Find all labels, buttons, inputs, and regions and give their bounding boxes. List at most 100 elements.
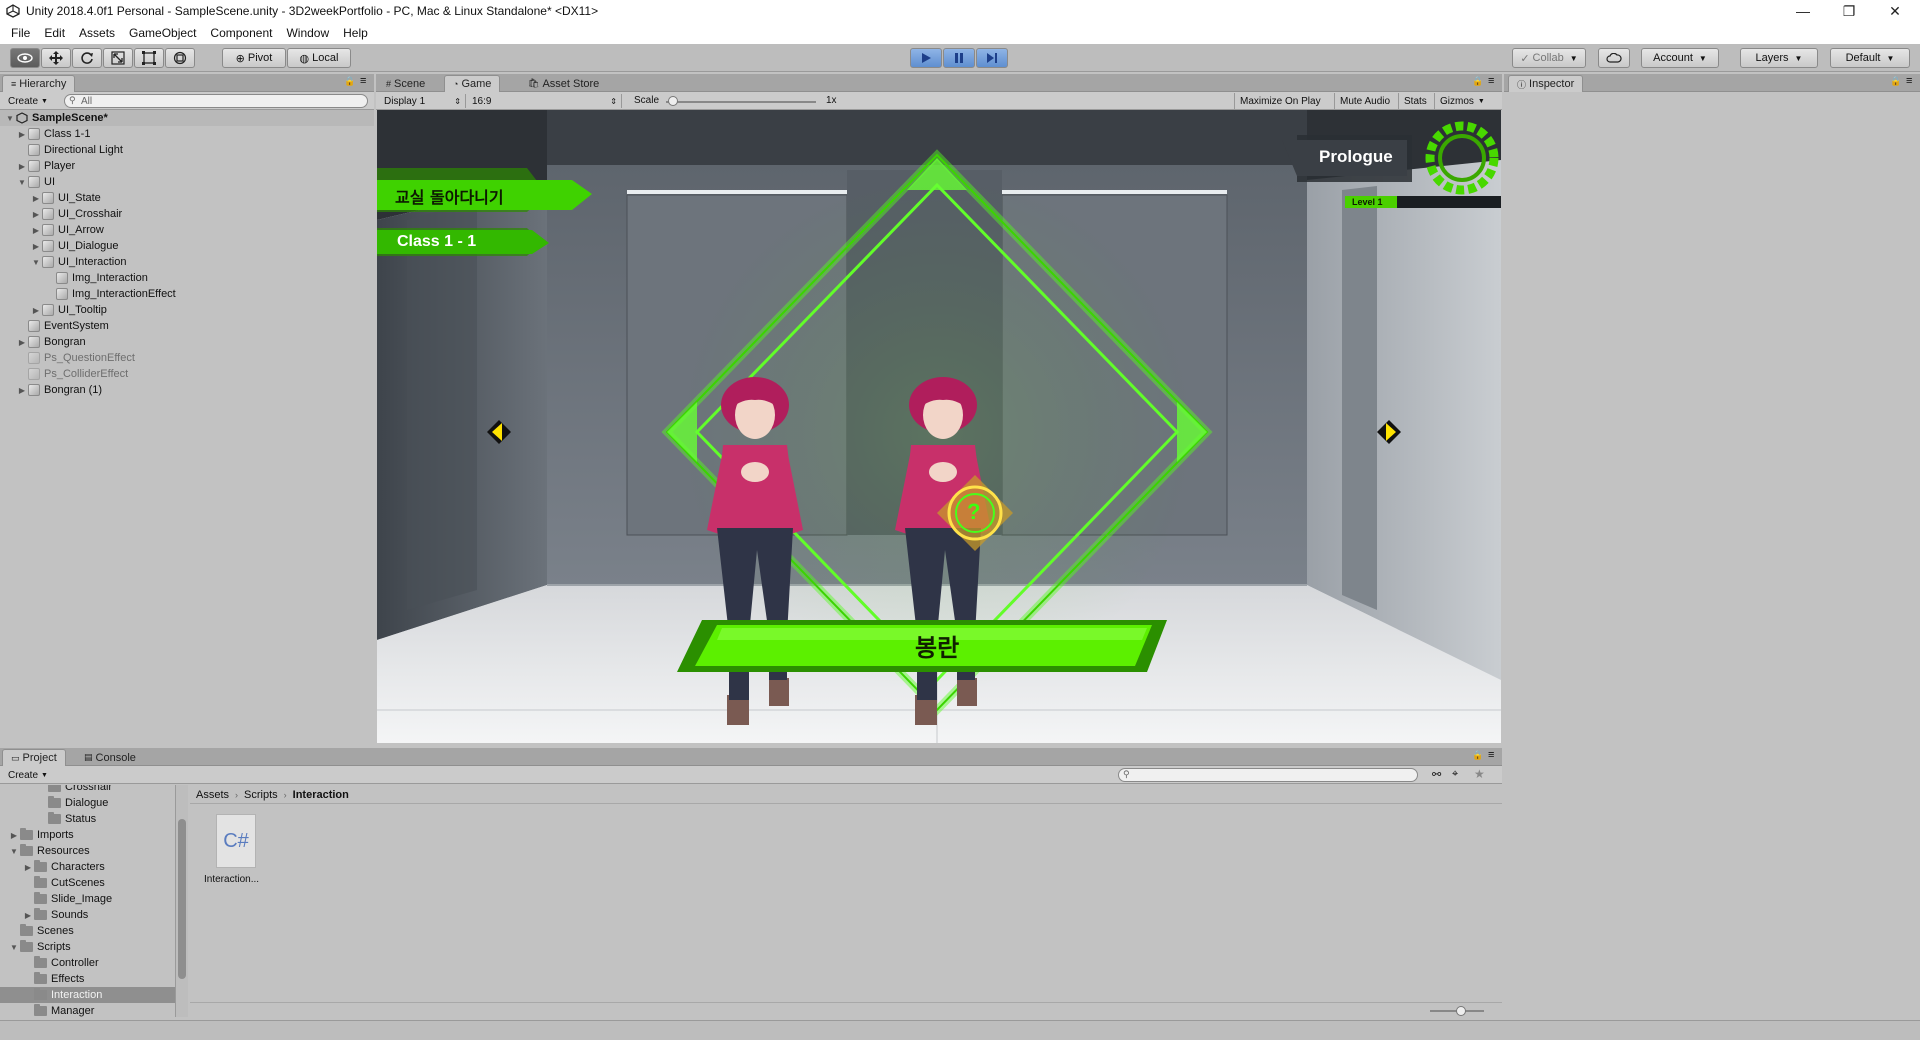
lock-icon[interactable]: 🔒 [344, 76, 355, 87]
scale-slider[interactable] [666, 101, 816, 103]
expand-arrow-icon[interactable]: ▼ [8, 847, 20, 856]
project-folder-item[interactable]: Scenes [0, 923, 175, 939]
hierarchy-item[interactable]: ▶ UI_Crosshair [0, 206, 374, 222]
hierarchy-item[interactable]: ▶ UI_State [0, 190, 374, 206]
rect-tool-button[interactable] [134, 48, 164, 68]
expand-arrow-icon[interactable]: ▶ [30, 210, 42, 219]
panel-menu-icon[interactable]: ≡ [1488, 75, 1494, 87]
hierarchy-item[interactable]: EventSystem [0, 318, 374, 334]
gizmos-dropdown[interactable]: Gizmos ▼ [1434, 93, 1490, 109]
project-folder-item[interactable]: ▼ Scripts [0, 939, 175, 955]
hierarchy-item[interactable]: ▶ Bongran (1) [0, 382, 374, 398]
transform-tool-button[interactable] [165, 48, 195, 68]
stats-toggle[interactable]: Stats [1398, 93, 1432, 109]
menu-file[interactable]: File [4, 26, 37, 40]
icon-size-slider-handle[interactable] [1456, 1006, 1466, 1016]
layout-dropdown[interactable]: Default ▼ [1830, 48, 1910, 68]
hierarchy-item[interactable]: ▶ UI_Tooltip [0, 302, 374, 318]
tab-game[interactable]: ◔ Game [444, 75, 501, 92]
tab-hierarchy[interactable]: ≡ Hierarchy [2, 75, 76, 92]
project-create-button[interactable]: Create ▼ [4, 768, 52, 782]
expand-arrow-icon[interactable]: ▼ [30, 258, 42, 267]
lock-icon[interactable]: 🔒 [1472, 76, 1483, 87]
expand-arrow-icon[interactable]: ▶ [16, 130, 28, 139]
expand-arrow-icon[interactable]: ▶ [16, 162, 28, 171]
tab-console[interactable]: ▤ Console [76, 749, 144, 766]
expand-arrow-icon[interactable]: ▼ [8, 943, 20, 952]
tree-scrollbar-thumb[interactable] [178, 819, 186, 979]
maximize-button[interactable]: ❐ [1826, 0, 1872, 22]
layers-dropdown[interactable]: Layers ▼ [1740, 48, 1818, 68]
rotate-tool-button[interactable] [72, 48, 102, 68]
cloud-button[interactable] [1598, 48, 1630, 68]
lock-icon[interactable]: 🔒 [1890, 76, 1901, 87]
hierarchy-item[interactable]: ▶ Bongran [0, 334, 374, 350]
aspect-dropdown[interactable]: 16:9 ⇕ [472, 94, 622, 108]
tab-inspector[interactable]: ⓘ Inspector [1508, 75, 1584, 92]
project-folder-item[interactable]: Crosshair [0, 785, 175, 795]
collab-dropdown[interactable]: ✓ Collab ▼ [1512, 48, 1586, 68]
menu-window[interactable]: Window [279, 26, 336, 40]
pivot-toggle[interactable]: ⊕ Pivot [222, 48, 286, 68]
project-folder-item[interactable]: Dialogue [0, 795, 175, 811]
hierarchy-item[interactable]: Img_Interaction [0, 270, 374, 286]
project-folder-item[interactable]: ▶ Imports [0, 827, 175, 843]
hierarchy-item[interactable]: ▶ Class 1-1 [0, 126, 374, 142]
project-folder-item[interactable]: Controller [0, 955, 175, 971]
project-folder-item[interactable]: Interaction [0, 987, 175, 1003]
tab-project[interactable]: ▭ Project [2, 749, 66, 766]
hierarchy-item[interactable]: ▶ UI_Dialogue [0, 238, 374, 254]
move-tool-button[interactable] [41, 48, 71, 68]
expand-arrow-icon[interactable]: ▶ [16, 338, 28, 347]
breadcrumb-scripts[interactable]: Scripts [244, 789, 278, 801]
hierarchy-item[interactable]: Ps_QuestionEffect [0, 350, 374, 366]
breadcrumb-interaction[interactable]: Interaction [293, 789, 349, 801]
hierarchy-item[interactable]: ▼ UI_Interaction [0, 254, 374, 270]
expand-arrow-icon[interactable]: ▶ [8, 831, 20, 840]
hierarchy-item[interactable]: Ps_ColliderEffect [0, 366, 374, 382]
expand-arrow-icon[interactable]: ▼ [4, 114, 16, 123]
expand-arrow-icon[interactable]: ▶ [30, 306, 42, 315]
panel-menu-icon[interactable]: ≡ [1906, 75, 1912, 87]
project-folder-item[interactable]: Slide_Image [0, 891, 175, 907]
panel-menu-icon[interactable]: ≡ [360, 75, 366, 87]
panel-menu-icon[interactable]: ≡ [1488, 749, 1494, 761]
expand-arrow-icon[interactable]: ▶ [30, 242, 42, 251]
filter-label-icon[interactable]: ⌖ [1452, 768, 1458, 781]
expand-arrow-icon[interactable]: ▶ [30, 226, 42, 235]
tree-scrollbar[interactable] [176, 785, 188, 1017]
mute-audio-toggle[interactable]: Mute Audio [1334, 93, 1395, 109]
minimize-button[interactable]: — [1780, 0, 1826, 22]
display-dropdown[interactable]: Display 1 ⇕ [384, 94, 466, 108]
scale-slider-handle[interactable] [668, 96, 678, 106]
hierarchy-item[interactable]: ▶ Player [0, 158, 374, 174]
scene-root-row[interactable]: ▼ SampleScene* [0, 110, 374, 126]
expand-arrow-icon[interactable]: ▶ [16, 386, 28, 395]
hierarchy-item[interactable]: Directional Light [0, 142, 374, 158]
tab-scene[interactable]: # Scene [378, 75, 433, 92]
menu-gameobject[interactable]: GameObject [122, 26, 203, 40]
hierarchy-search-input[interactable]: ⚲ All [64, 94, 368, 108]
breadcrumb-assets[interactable]: Assets [196, 789, 229, 801]
local-toggle[interactable]: ◍ Local [287, 48, 351, 68]
filter-type-icon[interactable]: ⚯ [1432, 768, 1441, 781]
project-folder-item[interactable]: Status [0, 811, 175, 827]
tab-asset-store[interactable]: 🛍 Asset Store [520, 75, 607, 92]
hierarchy-item[interactable]: Img_InteractionEffect [0, 286, 374, 302]
project-search-input[interactable]: ⚲ [1118, 768, 1418, 782]
step-button[interactable] [976, 48, 1008, 68]
game-viewport[interactable]: 교실 돌아다니기 Class 1 - 1 Prologue Level 1 봉란… [377, 110, 1501, 743]
project-folder-item[interactable]: Manager [0, 1003, 175, 1017]
project-folder-item[interactable]: ▶ Sounds [0, 907, 175, 923]
play-button[interactable] [910, 48, 942, 68]
project-folder-item[interactable]: ▶ Characters [0, 859, 175, 875]
hierarchy-create-button[interactable]: Create ▼ [4, 94, 52, 108]
menu-assets[interactable]: Assets [72, 26, 122, 40]
account-dropdown[interactable]: Account ▼ [1641, 48, 1719, 68]
asset-item-interaction-script[interactable]: C# Interaction... [202, 814, 264, 892]
scale-tool-button[interactable] [103, 48, 133, 68]
expand-arrow-icon[interactable]: ▼ [16, 178, 28, 187]
expand-arrow-icon[interactable]: ▶ [22, 863, 34, 872]
hierarchy-item[interactable]: ▶ UI_Arrow [0, 222, 374, 238]
lock-icon[interactable]: 🔒 [1472, 750, 1483, 761]
